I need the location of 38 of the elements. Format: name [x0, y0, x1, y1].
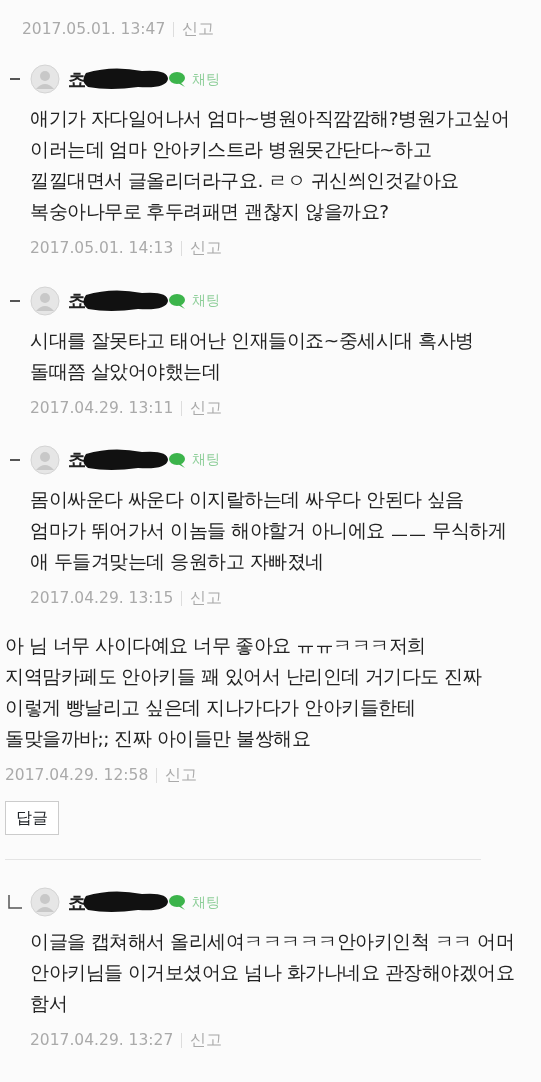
comment-text: 몸이싸운다 싸운다 이지랄하는데 싸우다 안된다 싶음 엄마가 뛰어가서 이놈들 해야할거 아니에요 ㅡㅡ 무식하게 애 두들겨맞는데 응원하고 자빠졌네 — [29, 487, 508, 574]
author-name: 쵸 — [68, 67, 86, 92]
comment-text: 아 님 너무 사이다예요 너무 좋아요 ㅠㅠㅋㅋㅋ저희 지역맘카페도 안아키들 꽤 있어서 난리인데 거기다도 진짜 이렇게 빵날리고 싶은데 지나가다가 안아키들한테 돌맞을까바;; 진짜 아이들만 불쌍해요 — [4, 634, 483, 751]
chat-link[interactable]: 채팅 — [192, 891, 220, 913]
report-link[interactable]: 신고 — [190, 1029, 223, 1053]
comment-time: 2017.05.01. 13:47 — [22, 19, 166, 40]
dash-icon — [10, 299, 20, 302]
chat-bubble-icon — [168, 450, 188, 469]
report-link[interactable]: 신고 — [190, 586, 223, 610]
report-link[interactable]: 신고 — [165, 764, 198, 788]
comment-text: 시대를 잘못타고 태어난 인재들이죠~중세시대 흑사병 돌때쯤 살았어야했는데 — [29, 328, 475, 384]
comment-time: 2017.04.29. 13:27 — [30, 1030, 174, 1052]
avatar-icon — [30, 887, 60, 918]
report-link[interactable]: 신고 — [190, 396, 223, 420]
chat-link[interactable]: 채팅 — [192, 290, 220, 311]
chat-bubble-icon — [168, 70, 188, 89]
chat-bubble-icon — [168, 291, 188, 310]
chat-link[interactable]: 채팅 — [192, 449, 220, 471]
avatar-icon — [30, 285, 60, 316]
reply-button[interactable]: 답글 — [5, 801, 59, 836]
avatar-icon — [30, 444, 60, 475]
dash-icon — [10, 458, 20, 461]
comment-text: 이글을 캡쳐해서 올리세여ㅋㅋㅋㅋㅋ안아키인척 ㅋㅋ 어머 안아키님들 이거보셨어요 넘나 화가나네요 관장해야겠어요 함서 — [29, 930, 516, 1017]
comment-time: 2017.04.29. 12:58 — [5, 765, 149, 786]
comment-text: 애기가 자다일어나서 엄마~병원아직깜깜해?병원가고싶어 이러는데 엄마 안아키스트라 병원못간단다~하고 낄낄대면서 글올리더라구요. ㄹㅇ 귀신씌인것같아요 복숭아나무로 후두려패면 괜찮지 않을까요? — [29, 107, 511, 225]
avatar-icon — [30, 64, 60, 95]
report-link[interactable]: 신고 — [182, 18, 215, 42]
chat-link[interactable]: 채팅 — [192, 68, 220, 90]
report-link[interactable]: 신고 — [190, 237, 223, 261]
comment-time: 2017.05.01. 14:13 — [30, 238, 174, 260]
chat-bubble-icon — [168, 893, 188, 912]
comment-time: 2017.04.29. 13:11 — [30, 397, 174, 419]
author-name: 쵸 — [68, 448, 86, 473]
author-name: 쵸 — [68, 890, 86, 915]
dash-icon — [10, 78, 20, 81]
reply-corner-icon — [8, 895, 22, 910]
comment-time: 2017.04.29. 13:15 — [30, 587, 174, 609]
author-name: 쵸 — [68, 289, 86, 313]
